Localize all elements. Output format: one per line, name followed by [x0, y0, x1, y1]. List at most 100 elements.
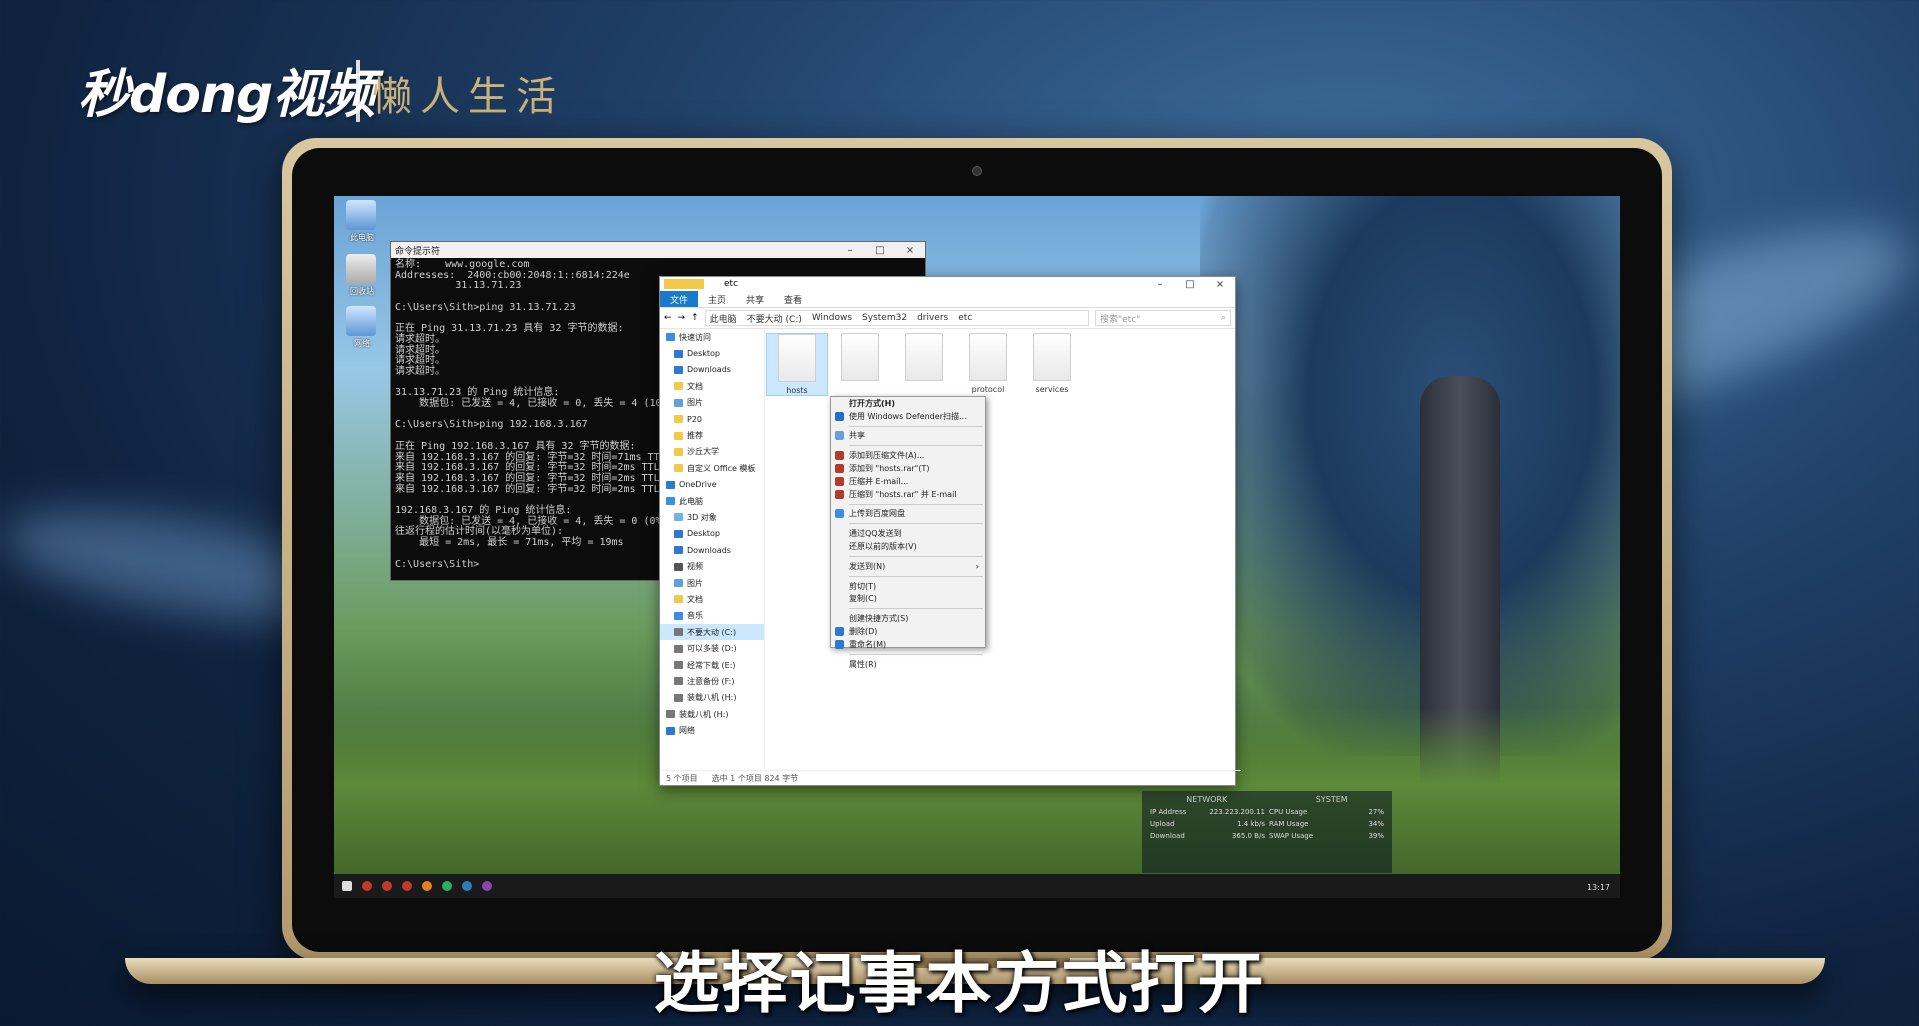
menu-separator — [849, 575, 983, 577]
context-menu-item[interactable]: 上传到百度网盘 — [831, 508, 985, 521]
breadcrumb[interactable]: drivers — [917, 313, 948, 323]
context-menu-item[interactable]: 发送到(N) › — [831, 560, 985, 573]
start-icon[interactable] — [342, 881, 352, 891]
nav-item[interactable]: Desktop — [660, 526, 764, 542]
nav-item-label: 图片 — [687, 578, 703, 588]
tab-file[interactable]: 文件 — [660, 291, 699, 307]
file-item[interactable] — [830, 333, 890, 385]
context-menu-item[interactable]: 还原以前的版本(V) — [831, 540, 985, 553]
search-input[interactable]: 搜索"etc" ⌕ — [1095, 310, 1231, 326]
file-item-protocol[interactable]: protocol — [958, 333, 1018, 394]
stat-label: CPU Usage — [1269, 808, 1308, 816]
breadcrumb[interactable]: etc — [958, 313, 972, 323]
stat-label: Upload — [1150, 820, 1175, 828]
context-menu-item[interactable]: 通过QQ发送到 — [831, 527, 985, 540]
file-item-services[interactable]: services — [1022, 333, 1082, 394]
nav-item[interactable]: 注意备份 (F:) — [660, 673, 764, 689]
nav-item[interactable]: 快速访问 — [660, 329, 764, 345]
taskbar-app-icon[interactable] — [482, 881, 492, 891]
nav-item-label: 推荐 — [687, 431, 703, 441]
nav-item[interactable]: Desktop — [660, 345, 764, 361]
taskbar-app-icon[interactable] — [362, 881, 372, 891]
nav-item[interactable]: 可以多装 (D:) — [660, 640, 764, 656]
nav-item-label: 经常下载 (E:) — [687, 660, 736, 670]
nav-item[interactable]: 装载八机 (H:) — [660, 690, 764, 706]
nav-item[interactable]: 推荐 — [660, 427, 764, 443]
minimize-icon[interactable]: – — [835, 245, 865, 256]
nav-item[interactable]: 音乐 — [660, 608, 764, 624]
context-menu-item[interactable]: 共享 — [831, 430, 985, 443]
stat-value: 1.4 kb/s — [1237, 820, 1265, 828]
taskbar-app-icon[interactable] — [382, 881, 392, 891]
tab-home[interactable]: 主页 — [698, 291, 736, 307]
nav-item[interactable]: 视频 — [660, 558, 764, 574]
forward-icon[interactable]: → — [678, 313, 686, 323]
context-menu-item[interactable]: 压缩并 E-mail... — [831, 475, 985, 488]
context-menu-label: 共享 — [849, 431, 865, 441]
close-icon[interactable]: × — [1205, 279, 1235, 290]
recycle-bin-icon[interactable] — [346, 254, 376, 284]
nav-item[interactable]: 3D 对象 — [660, 509, 764, 525]
logo-separator — [356, 60, 360, 122]
nav-item[interactable]: 网络 — [660, 722, 764, 738]
context-menu-item[interactable]: 添加到压缩文件(A)... — [831, 449, 985, 462]
maximize-icon[interactable]: □ — [865, 245, 895, 256]
nav-item-label: 装载八机 (H:) — [679, 709, 729, 719]
nav-item[interactable]: P20 — [660, 411, 764, 427]
computer-desktop-icon[interactable] — [346, 200, 376, 230]
context-menu-item[interactable]: 属性(R) — [831, 658, 985, 671]
nav-item[interactable]: 图片 — [660, 395, 764, 411]
nav-item[interactable]: Downloads — [660, 542, 764, 558]
breadcrumb[interactable]: System32 — [862, 313, 907, 323]
taskbar-app-icon[interactable] — [402, 881, 412, 891]
taskbar-app-icon[interactable] — [462, 881, 472, 891]
nav-item-icon — [674, 529, 683, 538]
nav-item-label: 此电脑 — [679, 496, 703, 506]
nav-item[interactable]: 经常下载 (E:) — [660, 657, 764, 673]
minimize-icon[interactable]: – — [1145, 279, 1175, 290]
explorer-titlebar[interactable]: etc – □ × — [660, 277, 1235, 291]
breadcrumb[interactable]: Windows — [812, 313, 852, 323]
back-icon[interactable]: ← — [664, 313, 672, 323]
taskbar-app-icon[interactable] — [442, 881, 452, 891]
nav-item[interactable]: 图片 — [660, 575, 764, 591]
nav-item-label: 沙丘大学 — [687, 447, 719, 457]
context-menu-item[interactable]: 使用 Windows Defender扫描... — [831, 410, 985, 423]
context-menu-label: 压缩到 "hosts.rar" 并 E-mail — [849, 489, 957, 499]
address-bar-row: ← → ↑ 此电脑 不要大动 (C:) Windows System32 dri… — [660, 308, 1235, 329]
network-desktop-icon[interactable] — [346, 306, 376, 336]
context-menu-item[interactable]: 压缩到 "hosts.rar" 并 E-mail — [831, 488, 985, 501]
nav-item[interactable]: 装载八机 (H:) — [660, 706, 764, 722]
context-menu-item[interactable]: 创建快捷方式(S) — [831, 612, 985, 625]
context-menu-item[interactable]: 剪切(T) — [831, 580, 985, 593]
wallpaper-tree — [1200, 196, 1620, 756]
nav-item-icon — [674, 644, 683, 653]
tab-share[interactable]: 共享 — [736, 291, 774, 307]
breadcrumb[interactable]: 不要大动 (C:) — [747, 312, 802, 325]
nav-item[interactable]: 文档 — [660, 378, 764, 394]
context-menu-item[interactable]: 删除(D) — [831, 625, 985, 638]
address-bar[interactable]: 此电脑 不要大动 (C:) Windows System32 drivers e… — [704, 310, 1089, 326]
nav-item[interactable]: 此电脑 — [660, 493, 764, 509]
selection-info: 选中 1 个项目 824 字节 — [711, 773, 799, 783]
file-item-hosts[interactable]: hosts — [766, 333, 828, 396]
breadcrumb[interactable]: 此电脑 — [710, 312, 737, 325]
nav-item[interactable]: 不要大动 (C:) — [660, 624, 764, 641]
context-menu-item[interactable]: 打开方式(H) — [831, 397, 985, 410]
cmd-titlebar[interactable]: 命令提示符 – □ × — [391, 242, 925, 258]
file-item[interactable] — [894, 333, 954, 385]
context-menu-item[interactable]: 添加到 "hosts.rar"(T) — [831, 462, 985, 475]
close-icon[interactable]: × — [895, 245, 925, 256]
nav-item[interactable]: 自定义 Office 模板 — [660, 460, 764, 476]
tab-view[interactable]: 查看 — [774, 291, 812, 307]
nav-item[interactable]: 沙丘大学 — [660, 444, 764, 460]
taskbar-app-icon[interactable] — [422, 881, 432, 891]
nav-item[interactable]: Downloads — [660, 362, 764, 378]
context-menu-item[interactable]: 重命名(M) — [831, 638, 985, 651]
up-icon[interactable]: ↑ — [691, 313, 699, 323]
menu-separator — [849, 653, 983, 655]
nav-item[interactable]: OneDrive — [660, 477, 764, 493]
nav-item[interactable]: 文档 — [660, 591, 764, 607]
maximize-icon[interactable]: □ — [1175, 279, 1205, 290]
context-menu-item[interactable]: 复制(C) — [831, 593, 985, 606]
